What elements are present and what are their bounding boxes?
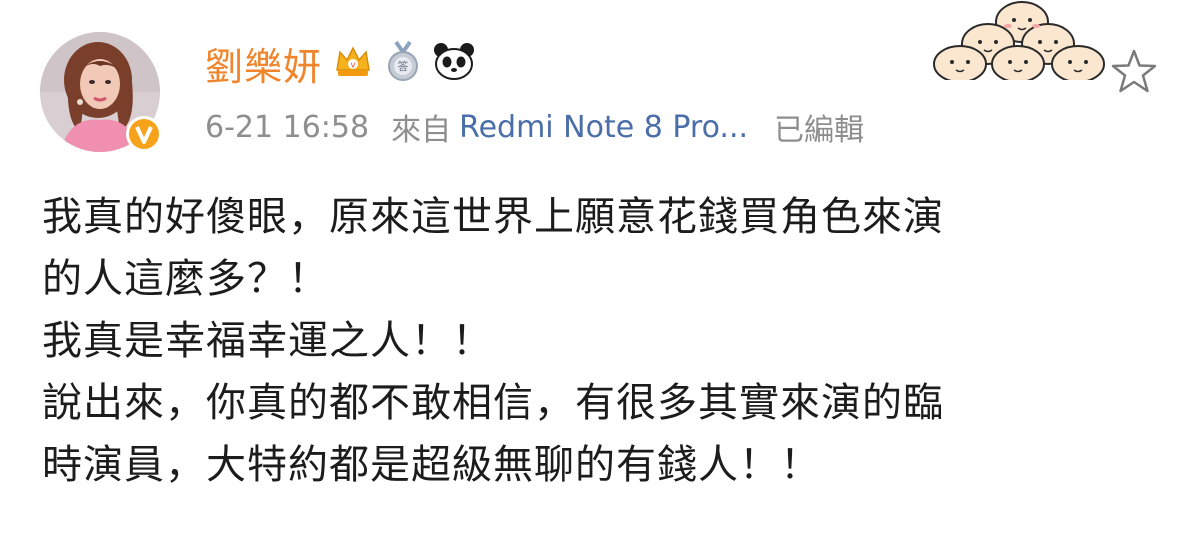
source-device-link[interactable]: Redmi Note 8 Pro... xyxy=(459,110,748,145)
medal-icon[interactable]: 答 xyxy=(384,40,422,86)
post-header: 劉樂妍 v 答 xyxy=(205,36,476,91)
content-line-5: 時演員，大特約都是超級無聊的有錢人！！ xyxy=(42,442,821,488)
content-line-1: 我真的好傻眼，原來這世界上願意花錢買角色來演 xyxy=(42,194,944,240)
verified-badge-icon xyxy=(124,114,164,154)
favorite-star-icon[interactable] xyxy=(1108,46,1160,98)
svg-text:答: 答 xyxy=(398,59,409,73)
post-meta: 6-21 16:58 來自 Redmi Note 8 Pro... 已編輯 xyxy=(205,104,864,150)
author-avatar-container[interactable] xyxy=(40,32,162,152)
edited-label[interactable]: 已編輯 xyxy=(774,105,864,149)
bean-characters-sticker-icon xyxy=(930,0,1110,83)
post-time: 6-21 16:58 xyxy=(205,109,370,145)
panda-icon[interactable] xyxy=(432,40,476,86)
content-line-3: 我真是幸福幸運之人！！ xyxy=(42,318,493,364)
crown-icon[interactable]: v xyxy=(332,40,374,86)
author-name[interactable]: 劉樂妍 xyxy=(205,36,322,91)
source-label: 來自 xyxy=(391,113,452,148)
content-line-4: 說出來，你真的都不敢相信，有很多其實來演的臨 xyxy=(42,380,944,426)
post-content: 我真的好傻眼，原來這世界上願意花錢買角色來演 的人這麼多？！ 我真是幸福幸運之人… xyxy=(42,186,1162,496)
content-line-2: 的人這麼多？！ xyxy=(42,256,329,302)
weibo-post: 劉樂妍 v 答 6-21 16:58 來自 Redmi Note 8 Pro..… xyxy=(0,0,1200,545)
svg-text:v: v xyxy=(350,61,356,71)
